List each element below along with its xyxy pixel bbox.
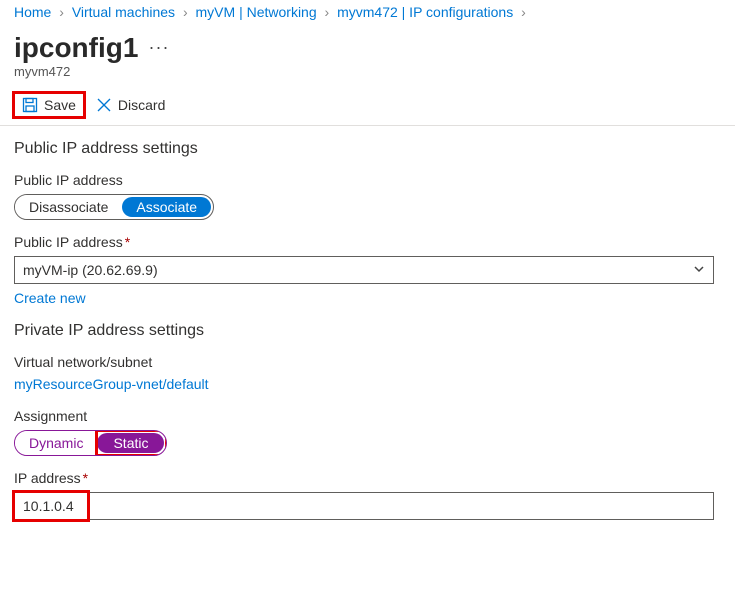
save-icon — [22, 97, 38, 113]
breadcrumb-sep: › — [59, 4, 64, 20]
public-ip-toggle[interactable]: Disassociate Associate — [14, 194, 214, 220]
discard-button[interactable]: Discard — [88, 93, 173, 117]
discard-label: Discard — [118, 97, 165, 113]
toolbar: Save Discard — [0, 89, 735, 126]
required-icon: * — [125, 234, 130, 250]
breadcrumb-ipconfigs[interactable]: myvm472 | IP configurations — [337, 4, 513, 20]
public-ip-select-label: Public IP address* — [14, 234, 721, 250]
breadcrumb-vms[interactable]: Virtual machines — [72, 4, 175, 20]
vnet-label: Virtual network/subnet — [14, 354, 721, 370]
page-title: ipconfig1 — [14, 32, 138, 64]
public-ip-select[interactable]: myVM-ip (20.62.69.9) — [14, 256, 714, 284]
required-icon: * — [83, 470, 88, 486]
assignment-label: Assignment — [14, 408, 721, 424]
save-label: Save — [44, 97, 76, 113]
public-ip-section-title: Public IP address settings — [14, 140, 721, 158]
assignment-toggle[interactable]: Dynamic Static — [14, 430, 167, 456]
breadcrumb-myvm-networking[interactable]: myVM | Networking — [196, 4, 317, 20]
disassociate-button[interactable]: Disassociate — [15, 195, 122, 219]
associate-button[interactable]: Associate — [122, 197, 211, 217]
chevron-down-icon — [693, 262, 705, 278]
save-button[interactable]: Save — [14, 93, 84, 117]
static-button[interactable]: Static — [97, 433, 164, 453]
breadcrumb-sep: › — [521, 4, 526, 20]
public-ip-select-value: myVM-ip (20.62.69.9) — [23, 262, 158, 278]
breadcrumb-sep: › — [183, 4, 188, 20]
ip-address-label: IP address* — [14, 470, 721, 486]
breadcrumb: Home › Virtual machines › myVM | Network… — [0, 0, 735, 22]
create-new-link[interactable]: Create new — [14, 290, 86, 306]
ip-address-input[interactable] — [14, 492, 714, 520]
private-ip-section-title: Private IP address settings — [14, 322, 721, 340]
breadcrumb-home[interactable]: Home — [14, 4, 51, 20]
more-icon[interactable]: ··· — [148, 38, 169, 58]
public-ip-address-label: Public IP address — [14, 172, 721, 188]
page-subtitle: myvm472 — [0, 64, 735, 89]
close-icon — [96, 97, 112, 113]
vnet-value: myResourceGroup-vnet/default — [14, 376, 721, 392]
dynamic-button[interactable]: Dynamic — [15, 431, 97, 455]
breadcrumb-sep: › — [325, 4, 330, 20]
